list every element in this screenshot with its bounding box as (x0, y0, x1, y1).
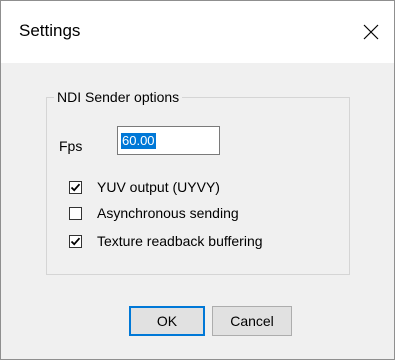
checkmark-icon (70, 237, 81, 246)
yuv-output-option[interactable]: YUV output (UYVY) (69, 179, 220, 196)
window-title: Settings (19, 21, 81, 40)
close-button[interactable] (348, 1, 394, 63)
fps-label: Fps (59, 138, 83, 154)
cancel-button[interactable]: Cancel (212, 306, 292, 336)
settings-dialog: Settings NDI Sender options Fps 60.00 YU… (0, 0, 395, 360)
asynchronous-sending-checkbox[interactable] (69, 207, 82, 220)
asynchronous-sending-option[interactable]: Asynchronous sending (69, 205, 239, 222)
ok-button[interactable]: OK (129, 306, 205, 336)
fps-input[interactable]: 60.00 (117, 126, 220, 155)
yuv-output-checkbox[interactable] (69, 181, 82, 194)
texture-readback-buffering-checkbox[interactable] (69, 235, 82, 248)
texture-readback-buffering-option[interactable]: Texture readback buffering (69, 233, 263, 250)
dialog-body: NDI Sender options Fps 60.00 YUV output … (1, 63, 394, 359)
asynchronous-sending-label: Asynchronous sending (97, 205, 239, 221)
texture-readback-buffering-label: Texture readback buffering (97, 233, 263, 249)
group-legend: NDI Sender options (54, 89, 183, 106)
fps-input-value: 60.00 (121, 132, 156, 149)
close-icon (363, 24, 379, 40)
title-bar[interactable]: Settings (1, 1, 394, 63)
yuv-output-label: YUV output (UYVY) (97, 179, 220, 195)
checkmark-icon (70, 183, 81, 192)
